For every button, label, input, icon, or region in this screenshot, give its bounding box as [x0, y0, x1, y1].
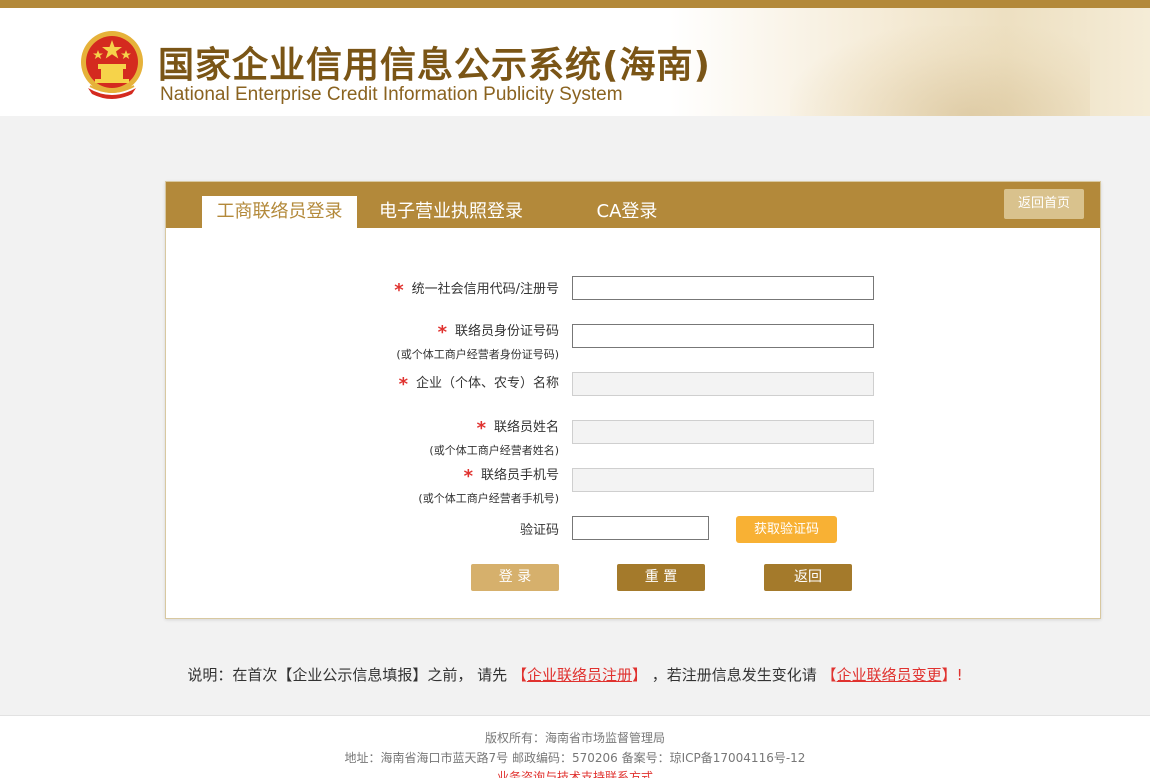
mountain-shade: [790, 26, 1090, 116]
tab-liaison-login[interactable]: 工商联络员登录: [202, 196, 357, 228]
liaison-name-label: * 联络员姓名 (或个体工商户经营者姓名): [429, 418, 559, 457]
id-number-label: * 联络员身份证号码 (或个体工商户经营者身份证号码): [396, 322, 559, 361]
captcha-label: 验证码: [519, 523, 559, 538]
site-header: 国家企业信用信息公示系统(海南) National Enterprise Cre…: [0, 8, 1150, 116]
login-tab-bar: 工商联络员登录 电子营业执照登录 CA登录 返回首页: [166, 182, 1100, 228]
site-footer: 版权所有：海南省市场监督管理局 地址：海南省海口市蓝天路7号 邮政编码：5702…: [0, 715, 1150, 778]
site-title-english: National Enterprise Credit Information P…: [160, 84, 623, 105]
captcha-input[interactable]: [572, 516, 709, 540]
footer-address: 地址：海南省海口市蓝天路7号 邮政编码：570206 备案号：琼ICP备1700…: [344, 751, 806, 765]
liaison-name-input: [572, 420, 874, 444]
id-number-sublabel: (或个体工商户经营者身份证号码): [396, 348, 559, 361]
register-liaison-link[interactable]: 企业联络员注册: [527, 666, 632, 684]
phone-label: * 联络员手机号 (或个体工商户经营者手机号): [418, 466, 559, 505]
required-mark: *: [437, 322, 447, 343]
reset-button[interactable]: 重 置: [617, 564, 705, 591]
id-number-input[interactable]: [572, 324, 874, 348]
get-captcha-button[interactable]: 获取验证码: [736, 516, 837, 543]
top-accent-bar: [0, 0, 1150, 8]
tab-ca-login[interactable]: CA登录: [576, 196, 678, 228]
credit-code-input[interactable]: [572, 276, 874, 300]
company-name-label: * 企业（个体、农专）名称: [398, 374, 559, 395]
required-mark: *: [394, 280, 404, 301]
login-button[interactable]: 登 录: [471, 564, 559, 591]
site-title: 国家企业信用信息公示系统(海南): [158, 45, 711, 86]
national-emblem-icon: [81, 31, 143, 99]
footer-support-link[interactable]: 业务咨询与技术支持联系方式: [0, 768, 1150, 778]
back-to-home-button[interactable]: 返回首页: [1004, 189, 1084, 219]
phone-input: [572, 468, 874, 492]
login-panel: 工商联络员登录 电子营业执照登录 CA登录 返回首页 * 统一社会信用代码/注册号…: [165, 181, 1101, 619]
company-name-input: [572, 372, 874, 396]
credit-code-label: * 统一社会信用代码/注册号: [394, 280, 559, 301]
required-mark: *: [463, 466, 473, 487]
required-mark: *: [476, 418, 486, 439]
return-button[interactable]: 返回: [764, 564, 852, 591]
footer-copyright: 版权所有：海南省市场监督管理局: [484, 731, 665, 745]
required-mark: *: [398, 374, 408, 395]
liaison-name-sublabel: (或个体工商户经营者姓名): [429, 444, 559, 457]
tab-e-license-login[interactable]: 电子营业执照登录: [366, 196, 536, 228]
instruction-note: 说明：在首次【企业公示信息填报】之前， 请先 【企业联络员注册】 ，若注册信息发…: [187, 666, 963, 684]
change-liaison-link[interactable]: 企业联络员变更: [837, 666, 942, 684]
phone-sublabel: (或个体工商户经营者手机号): [418, 492, 559, 505]
